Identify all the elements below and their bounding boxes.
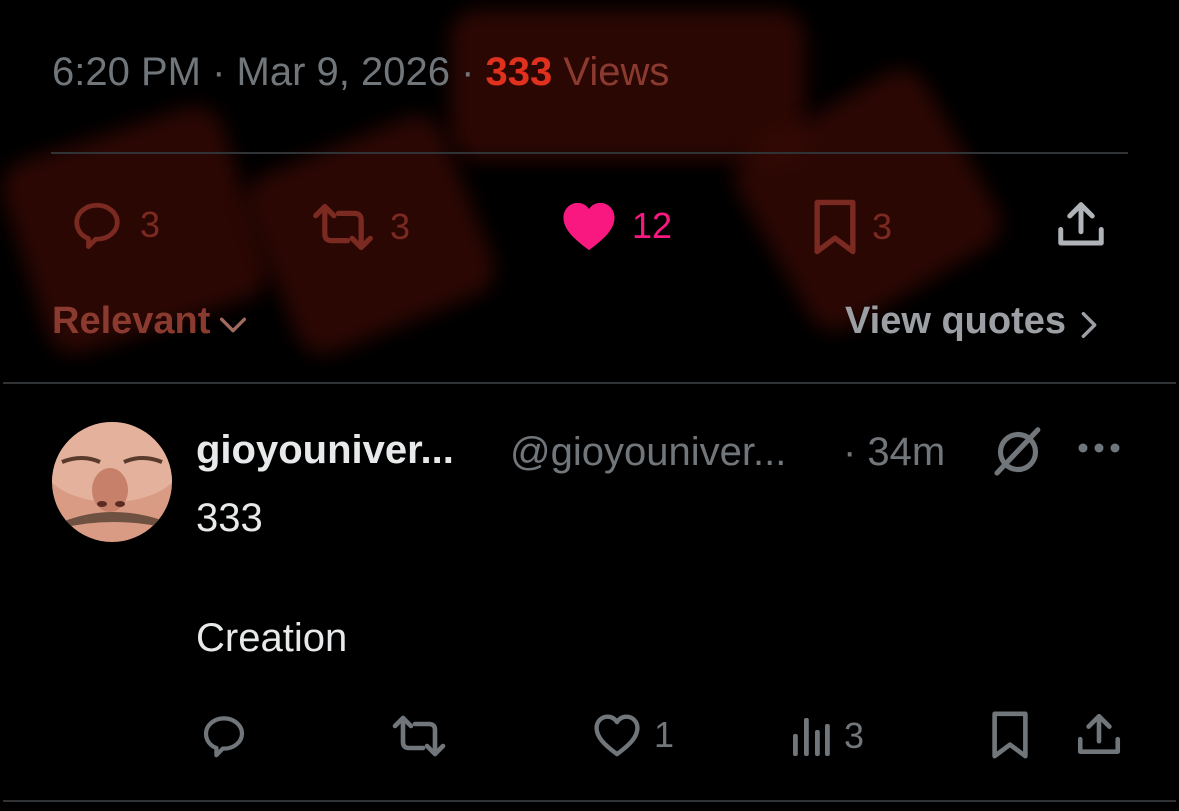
reply-text-line2: Creation (196, 616, 348, 660)
reply-views-count: 3 (844, 715, 865, 756)
sort-label: Relevant (52, 300, 211, 342)
reply-text-line1: 333 (196, 496, 263, 540)
views-count[interactable]: 333 (486, 50, 553, 94)
reply-action-repost[interactable] (390, 714, 448, 758)
reply-action-share[interactable] (1074, 710, 1124, 760)
bookmark-count: 3 (872, 206, 893, 247)
stats-divider (51, 152, 1128, 154)
grok-icon[interactable] (990, 424, 1046, 485)
heart-icon (594, 714, 640, 757)
avatar[interactable] (52, 422, 172, 542)
reply-action-like[interactable]: 1 (592, 712, 674, 758)
tweet-date: Mar 9, 2026 (236, 50, 450, 94)
chevron-down-icon (220, 317, 247, 332)
more-options-icon[interactable] (1076, 438, 1122, 463)
bookmark-button[interactable]: 3 (812, 198, 892, 256)
reply-action-views[interactable]: 3 (790, 714, 864, 758)
repost-count: 3 (390, 206, 411, 247)
replies-divider (3, 382, 1176, 384)
views-chart-icon (793, 718, 830, 756)
view-quotes-label: View quotes (845, 300, 1067, 342)
reply-icon (74, 202, 120, 249)
bookmark-icon (814, 199, 856, 255)
reply-button[interactable]: 3 (68, 198, 160, 252)
bottom-divider (3, 800, 1176, 802)
reply-action-reply[interactable] (198, 712, 250, 760)
view-quotes-link[interactable]: View quotes (845, 300, 1100, 343)
repost-button[interactable]: 3 (310, 202, 410, 252)
reply-like-count: 1 (654, 714, 675, 755)
share-icon (1058, 202, 1104, 246)
share-icon (1077, 713, 1121, 754)
bookmark-icon (992, 711, 1028, 759)
sort-replies-dropdown[interactable]: Relevant (52, 300, 250, 343)
reply-handle[interactable]: @gioyouniver... (510, 430, 786, 475)
like-count: 12 (632, 205, 673, 246)
reply-action-bookmark[interactable] (990, 710, 1030, 760)
chevron-right-icon (1081, 311, 1097, 338)
tweet-time: 6:20 PM (52, 50, 201, 94)
reply-icon (203, 716, 245, 758)
repost-icon (313, 203, 373, 251)
reply-display-name[interactable]: gioyouniver... (196, 428, 454, 473)
share-button[interactable] (1054, 198, 1108, 252)
reply-count: 3 (140, 204, 161, 245)
meta-separator: · (449, 50, 486, 94)
heart-filled-icon (563, 202, 615, 251)
reply-time[interactable]: · 34m (843, 430, 945, 475)
like-button[interactable]: 12 (560, 200, 672, 252)
views-label[interactable]: Views (552, 50, 669, 94)
tweet-meta: 6:20 PM · Mar 9, 2026 · 333 Views (52, 50, 669, 95)
meta-separator: · (200, 50, 237, 94)
repost-icon (392, 715, 446, 757)
